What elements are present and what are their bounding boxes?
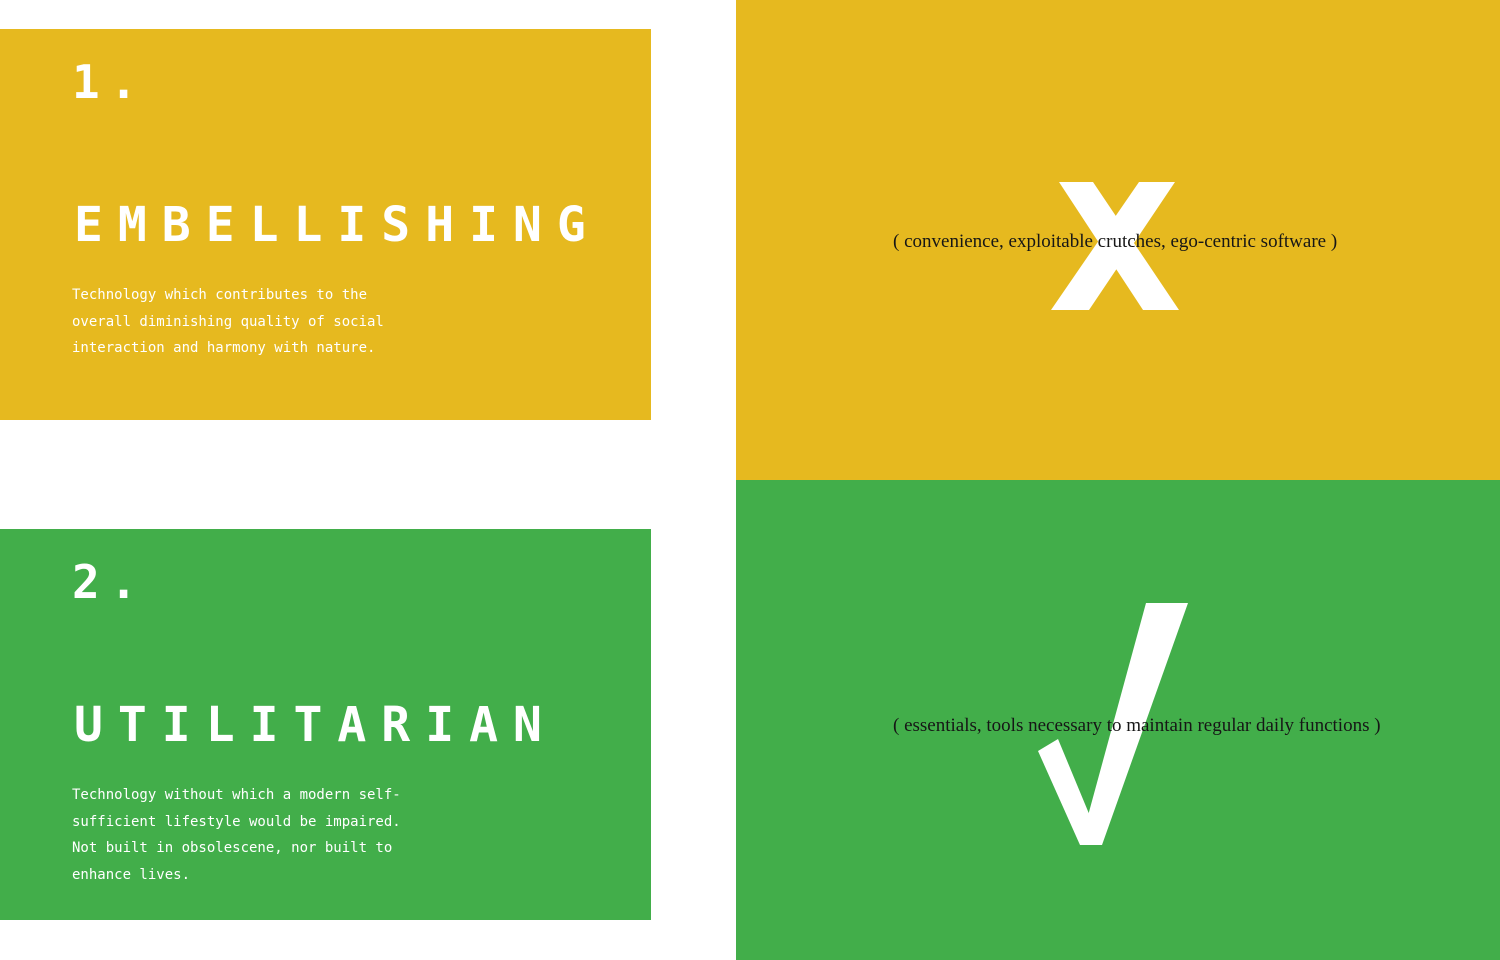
utilitarian-card: 2. UTILITARIAN Technology without which … <box>0 529 651 920</box>
card-number: 1. <box>72 55 148 109</box>
panel-caption: ( convenience, exploitable crutches, ego… <box>893 231 1338 252</box>
card-number: 2. <box>72 555 148 609</box>
panel-caption: ( essentials, tools necessary to maintai… <box>893 715 1381 736</box>
check-panel: ( essentials, tools necessary to maintai… <box>736 480 1500 960</box>
card-description: Technology which contributes to the over… <box>72 287 384 356</box>
card-heading: UTILITARIAN <box>74 697 557 753</box>
x-panel: ( convenience, exploitable crutches, ego… <box>736 0 1500 480</box>
embellishing-card: 1. EMBELLISHING Technology which contrib… <box>0 29 651 420</box>
card-description: Technology without which a modern self-s… <box>72 787 401 883</box>
card-heading: EMBELLISHING <box>74 197 601 253</box>
check-mark-stroke <box>1038 739 1102 845</box>
